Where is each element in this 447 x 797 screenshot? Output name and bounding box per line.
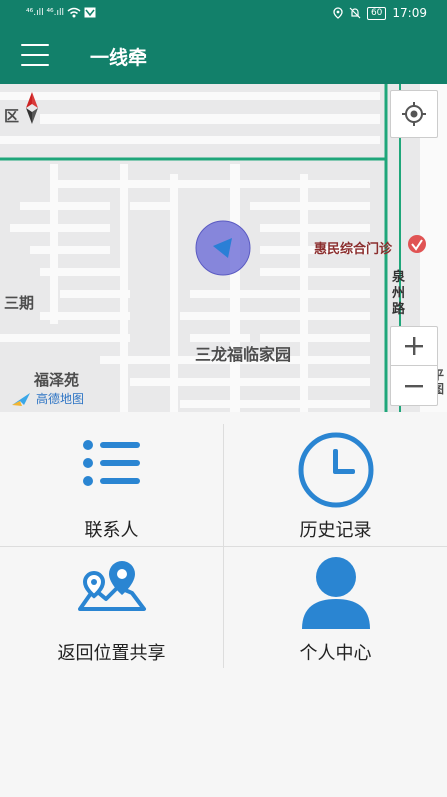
signal-text: ⁴⁶.ıll ⁴⁶.ıll <box>26 7 65 18</box>
share-location-tile[interactable]: 返回位置共享 <box>0 547 223 669</box>
menu-grid: 联系人 历史记录 返回位置共享 个人中心 <box>0 424 447 668</box>
map-label-residence: 三龙福临家园 <box>195 345 292 364</box>
contacts-label: 联系人 <box>84 520 139 541</box>
crosshair-icon <box>402 102 426 126</box>
contacts-tile[interactable]: 联系人 <box>0 424 223 546</box>
profile-label: 个人中心 <box>299 643 372 664</box>
clock: 17:09 <box>392 6 427 20</box>
app-title: 一线牵 <box>90 47 148 69</box>
contacts-list-icon <box>82 440 140 486</box>
menu-icon-line <box>21 64 49 66</box>
wifi-icon <box>67 7 81 18</box>
plus-icon <box>405 337 423 355</box>
map-label-phase3: 三期 <box>4 294 35 312</box>
map-label-clinic: 惠民综合门诊 <box>314 242 393 257</box>
menu-icon-line <box>21 54 49 56</box>
battery-indicator: 60 <box>366 6 387 20</box>
history-tile[interactable]: 历史记录 <box>224 424 447 546</box>
share-location-label: 返回位置共享 <box>57 643 166 664</box>
status-right: 60 17:09 <box>333 6 427 20</box>
status-bar: ⁴⁶.ıll ⁴⁶.ıll 60 17:09 <box>0 0 447 28</box>
mute-bell-icon <box>349 7 361 19</box>
zoom-in-button[interactable] <box>390 327 438 367</box>
map-label-fuze: 福泽苑 <box>34 371 80 389</box>
map-pin-icon <box>77 561 146 611</box>
map-provider-logo: 高德地图 <box>10 390 84 407</box>
history-label: 历史记录 <box>299 520 372 541</box>
zoom-controls <box>390 326 438 406</box>
menu-button[interactable] <box>21 42 49 68</box>
signal-indicators: ⁴⁶.ıll ⁴⁶.ıll <box>26 7 96 18</box>
map-label-district: 区 <box>4 107 20 125</box>
locate-button[interactable] <box>390 90 438 138</box>
profile-tile[interactable]: 个人中心 <box>224 547 447 669</box>
gaode-logo-icon <box>12 392 30 406</box>
location-icon <box>333 7 343 19</box>
map-label-road: 泉州路 <box>392 270 406 317</box>
user-icon <box>301 557 370 629</box>
menu-icon-line <box>21 44 49 46</box>
zoom-out-button[interactable] <box>390 366 438 405</box>
app-bar: 一线牵 <box>0 28 447 84</box>
notification-icon <box>84 7 96 18</box>
map-view[interactable]: 区 惠民综合门诊 三期 泉州路 三龙福临家园 福泽苑 平 图 高德地图 <box>0 84 447 412</box>
map-provider-name: 高德地图 <box>36 392 85 406</box>
clock-icon <box>298 432 373 508</box>
minus-icon <box>405 384 423 387</box>
